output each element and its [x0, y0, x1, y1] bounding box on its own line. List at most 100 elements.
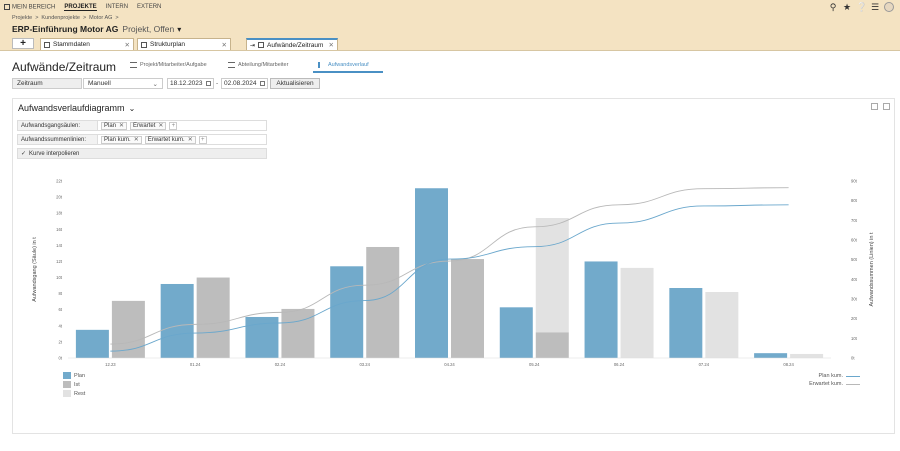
y2-tick-label: 20t — [851, 316, 858, 321]
breadcrumb-separator: > — [115, 15, 119, 21]
legend-plan: Plan — [63, 372, 85, 379]
view-tab-abteilung[interactable]: Abteilung/Mitarbeiter — [228, 62, 288, 68]
refresh-button[interactable]: Aktualisieren — [270, 78, 320, 89]
bar-ist — [366, 246, 400, 358]
y-tick-label: 2t — [59, 339, 63, 344]
breadcrumb-motor-ag[interactable]: Motor AG — [89, 15, 112, 21]
y-tick-label: 4t — [59, 323, 63, 328]
home-icon — [4, 3, 10, 10]
bar-chart-icon — [318, 62, 325, 68]
menu-icon[interactable]: ☰ — [870, 2, 880, 12]
x-tick-label: 02.24 — [275, 362, 286, 367]
app-header: MEIN BEREICH PROJEKTE INTERN EXTERN Proj… — [0, 0, 900, 36]
close-icon[interactable]: ✕ — [222, 41, 227, 49]
list-icon — [228, 62, 235, 68]
y2-tick-label: 60t — [851, 238, 858, 243]
view-tab-aufwandsverlauf[interactable]: Aufwandsverlauf — [318, 62, 369, 68]
y2-axis-label: Aufwandssummen (Linien) in t — [869, 232, 875, 306]
view-tab-label: Abteilung/Mitarbeiter — [238, 62, 289, 68]
close-icon[interactable]: ✕ — [125, 41, 130, 49]
view-tab-label: Projekt/Mitarbeiter/Aufgabe — [140, 62, 207, 68]
new-tab-button[interactable]: + — [12, 38, 34, 49]
y-tick-label: 18t — [56, 211, 63, 216]
bar-plan — [330, 266, 364, 358]
nav-extern[interactable]: EXTERN — [137, 4, 161, 10]
main-nav: MEIN BEREICH PROJEKTE INTERN EXTERN — [4, 2, 170, 12]
period-mode-select[interactable]: Manuell ⌄ — [83, 78, 163, 89]
search-icon[interactable]: ⚲ — [828, 2, 838, 12]
legend-erwartet-kum: Erwartet kum. — [809, 381, 860, 387]
tab-label: Strukturplan — [150, 41, 186, 48]
page-title: Aufwände/Zeitraum — [12, 60, 117, 74]
legend-swatch — [63, 381, 71, 388]
x-tick-label: 06.24 — [614, 362, 625, 367]
breadcrumb-projekte[interactable]: Projekte — [12, 15, 32, 21]
bar-plan — [160, 283, 194, 358]
view-tab-projekt[interactable]: Projekt/Mitarbeiter/Aufgabe — [130, 62, 207, 68]
bar-ist — [451, 259, 484, 358]
tab-label: Aufwände/Zeitraum — [267, 41, 324, 49]
bar-plan — [415, 188, 448, 358]
y-tick-label: 0t — [59, 356, 63, 361]
legend-label: Erwartet kum. — [809, 381, 843, 387]
bar-rest — [790, 353, 824, 358]
legend-ist: Ist — [63, 381, 80, 388]
date-from-input[interactable]: 18.12.2023 — [167, 78, 214, 89]
x-tick-label: 08.24 — [783, 362, 794, 367]
help-icon[interactable]: ❔ — [856, 2, 867, 12]
calendar-icon[interactable] — [259, 81, 265, 86]
folder-icon — [44, 41, 50, 48]
x-tick-label: 04.24 — [444, 362, 455, 367]
nav-mein-bereich[interactable]: MEIN BEREICH — [4, 3, 55, 10]
nav-intern[interactable]: INTERN — [106, 4, 128, 10]
effort-chart: Aufwandsgang (Säule) in t Aufwandssummen… — [32, 179, 875, 368]
y-tick-label: 12t — [56, 259, 63, 264]
bar-ist — [281, 308, 315, 358]
y-tick-label: 14t — [56, 243, 63, 248]
bar-rest — [620, 267, 654, 358]
project-selector[interactable]: ERP-Einführung Motor AG Projekt, Offen ▾ — [12, 24, 181, 34]
bar-plan — [499, 307, 533, 358]
breadcrumb-separator: > — [82, 15, 87, 21]
y2-tick-label: 0t — [851, 356, 855, 361]
close-icon[interactable]: ✕ — [329, 41, 334, 49]
bar-rest — [535, 218, 569, 333]
bar-plan — [584, 261, 618, 358]
project-name: ERP-Einführung Motor AG — [12, 24, 119, 34]
y-tick-label: 10t — [56, 275, 63, 280]
legend-label: Plan kum. — [818, 373, 843, 379]
y2-tick-label: 30t — [851, 297, 858, 302]
legend-plan-kum: Plan kum. — [819, 373, 860, 379]
breadcrumb-kundenprojekte[interactable]: Kundenprojekte — [41, 15, 80, 21]
tab-stammdaten[interactable]: Stammdaten ✕ — [40, 38, 134, 50]
y2-tick-label: 80t — [851, 198, 858, 203]
y-tick-label: 6t — [59, 307, 63, 312]
x-tick-label: 12.23 — [105, 362, 116, 367]
avatar[interactable] — [884, 2, 894, 12]
x-tick-label: 05.24 — [529, 362, 540, 367]
legend-swatch — [63, 372, 71, 379]
legend-label: Ist — [74, 381, 80, 388]
date-from-value: 18.12.2023 — [170, 80, 203, 87]
y-axis-label: Aufwandsgang (Säule) in t — [32, 237, 38, 302]
x-tick-label: 01.24 — [190, 362, 201, 367]
date-to-input[interactable]: 02.08.2024 — [221, 78, 268, 89]
pin-icon[interactable]: ⇥ — [250, 42, 255, 49]
star-icon[interactable]: ★ — [842, 2, 852, 12]
nav-projekte[interactable]: PROJEKTE — [64, 4, 97, 11]
bar-ist — [535, 332, 569, 358]
y2-tick-label: 10t — [851, 336, 858, 341]
calendar-icon[interactable] — [205, 81, 211, 86]
tab-strukturplan[interactable]: Strukturplan ✕ — [137, 38, 231, 50]
y2-tick-label: 90t — [851, 179, 858, 184]
legend-line — [846, 383, 860, 385]
active-view-indicator — [313, 71, 383, 73]
date-separator: - — [216, 80, 219, 87]
y2-tick-label: 40t — [851, 277, 858, 282]
y2-tick-label: 70t — [851, 218, 858, 223]
date-to-value: 02.08.2024 — [224, 80, 257, 87]
tab-aufwaende-zeitraum[interactable]: ⇥ Aufwände/Zeitraum ✕ — [246, 38, 338, 50]
filter-label: Zeitraum — [12, 78, 82, 89]
legend-swatch — [63, 390, 71, 397]
list-icon — [130, 62, 137, 68]
